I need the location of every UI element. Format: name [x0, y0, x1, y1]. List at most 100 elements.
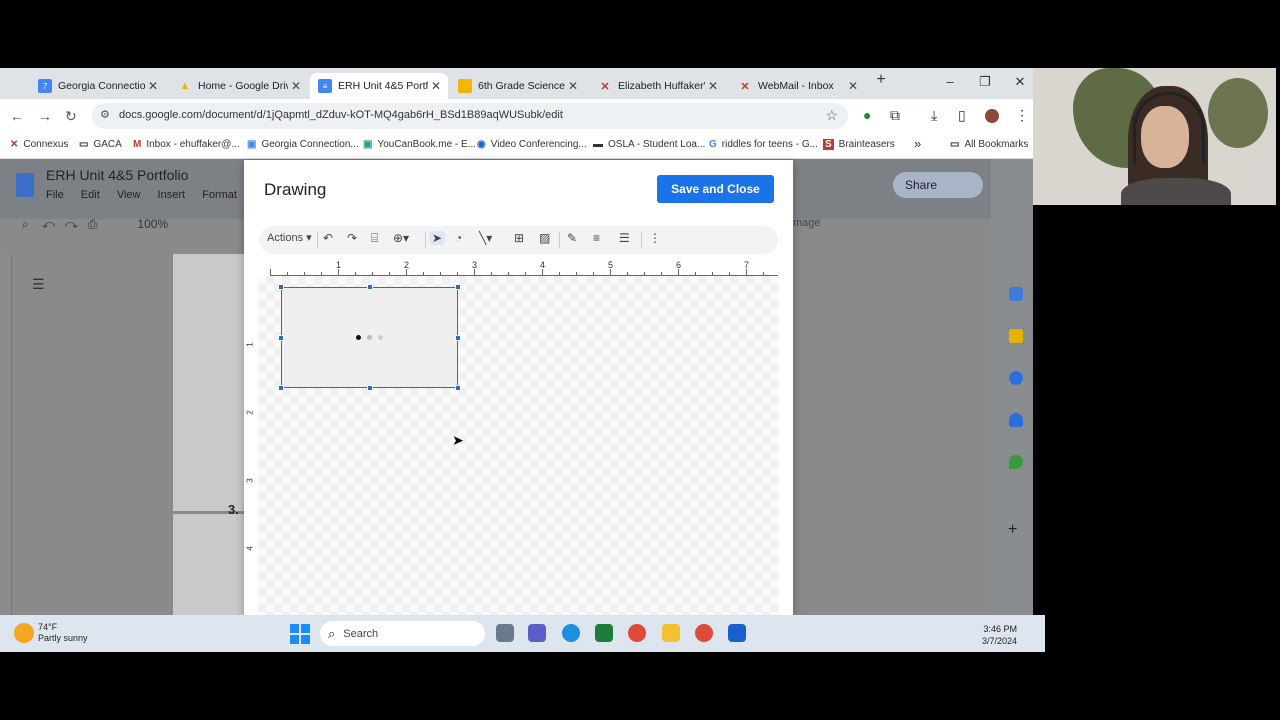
minimize-icon[interactable]: –: [940, 74, 960, 89]
tab-webmail-inbox[interactable]: ✕ WebMail - Inbox ✕: [730, 73, 865, 99]
add-addon-icon[interactable]: +: [1008, 521, 1017, 539]
restore-icon[interactable]: ❐: [975, 74, 995, 90]
close-window-icon[interactable]: ✕: [1010, 74, 1030, 90]
bookmark-connexus[interactable]: ✕ Connexus: [10, 139, 68, 150]
zoom-icon[interactable]: ⊕▾: [393, 231, 409, 245]
tasks-icon[interactable]: [1009, 371, 1023, 385]
bookmark-star-icon[interactable]: ☆: [825, 107, 838, 124]
bookmark-video-conferencing[interactable]: ◉ Video Conferencing...: [477, 139, 587, 150]
resize-handle[interactable]: [455, 385, 461, 391]
loading-dot: [378, 335, 383, 340]
bookmark-georgia-connection[interactable]: ▣ Georgia Connection...: [247, 139, 359, 150]
menu-edit[interactable]: Edit: [81, 189, 100, 201]
forward-icon[interactable]: →: [38, 108, 52, 124]
contacts-icon[interactable]: [1009, 413, 1023, 427]
chrome-icon[interactable]: [628, 624, 646, 642]
undo-icon[interactable]: ↶: [323, 231, 333, 245]
tab-6th-grade-science[interactable]: 6th Grade Science Li ✕: [450, 73, 585, 99]
save-and-close-button[interactable]: Save and Close: [657, 175, 774, 203]
bookmark-inbox[interactable]: M Inbox - ehuffaker@...: [133, 139, 240, 150]
new-tab-button[interactable]: +: [871, 71, 891, 89]
resize-handle[interactable]: [367, 284, 373, 290]
side-panel-icon[interactable]: ▯: [958, 107, 966, 124]
tab-erh-portfolio[interactable]: ≡ ERH Unit 4&5 Portfo ✕: [310, 73, 448, 99]
file-explorer-icon[interactable]: [662, 624, 680, 642]
back-icon[interactable]: ←: [10, 108, 24, 124]
bookmark-youcanbook[interactable]: ▣ YouCanBook.me - E...: [363, 139, 476, 150]
menu-file[interactable]: File: [46, 189, 64, 201]
more-options-icon[interactable]: ⋮: [649, 231, 661, 245]
undo-icon[interactable]: ↶: [42, 217, 55, 231]
all-bookmarks[interactable]: ▭ All Bookmarks: [950, 139, 1028, 150]
share-button[interactable]: Share: [893, 172, 983, 198]
close-icon[interactable]: ✕: [705, 79, 721, 93]
close-icon[interactable]: ✕: [145, 79, 161, 93]
chrome-icon[interactable]: [695, 624, 713, 642]
bookmark-osla[interactable]: ▬ OSLA - Student Loa...: [593, 139, 705, 150]
brainteasers-icon: S: [823, 139, 834, 150]
teams-icon[interactable]: [528, 624, 546, 642]
paint-format-icon[interactable]: ⌸: [371, 231, 378, 246]
border-weight-icon[interactable]: ≡: [593, 231, 600, 245]
omnibox[interactable]: ⚙ docs.google.com/document/d/1jQapmtl_dZ…: [92, 103, 848, 129]
selected-shape[interactable]: [281, 287, 458, 388]
zoom-icon[interactable]: [728, 624, 746, 642]
edge-icon[interactable]: [562, 624, 580, 642]
document-title[interactable]: ERH Unit 4&5 Portfolio: [46, 167, 188, 183]
redo-icon[interactable]: ↷: [65, 217, 78, 231]
actions-menu[interactable]: Actions ▾: [267, 231, 312, 244]
tab-georgia-connections[interactable]: 7 Georgia Connections ✕: [30, 73, 165, 99]
resize-handle[interactable]: [367, 385, 373, 391]
close-icon[interactable]: ✕: [428, 79, 444, 93]
close-icon[interactable]: ✕: [845, 79, 861, 93]
text-box-icon[interactable]: ⊞: [514, 231, 524, 245]
print-icon[interactable]: ⎙: [88, 217, 98, 231]
tab-google-drive[interactable]: ▲ Home - Google Drive ✕: [170, 73, 308, 99]
close-icon[interactable]: ✕: [288, 79, 304, 93]
resize-handle[interactable]: [278, 335, 284, 341]
search-icon[interactable]: ⌕: [22, 217, 29, 231]
resize-handle[interactable]: [278, 385, 284, 391]
weather-widget[interactable]: 74°F Partly sunny: [14, 622, 88, 644]
pen-icon[interactable]: ✎: [567, 231, 577, 245]
image-icon[interactable]: ▨: [539, 231, 550, 245]
excel-icon[interactable]: [595, 624, 613, 642]
bookmark-riddles[interactable]: Griddles for teens - G...: [709, 139, 818, 150]
keep-icon[interactable]: [1009, 329, 1023, 343]
site-info-icon[interactable]: ⚙: [100, 108, 110, 121]
more-menu-icon[interactable]: ⋮: [1015, 107, 1029, 124]
menu-view[interactable]: View: [117, 189, 141, 201]
url-text[interactable]: docs.google.com/document/d/1jQapmtl_dZdu…: [119, 109, 563, 121]
menu-format[interactable]: Format: [202, 189, 237, 201]
profile-avatar[interactable]: [985, 109, 999, 123]
start-button[interactable]: [290, 624, 310, 644]
download-icon[interactable]: ⤓: [931, 107, 937, 124]
task-view-icon[interactable]: [496, 624, 514, 642]
maps-icon[interactable]: [1009, 455, 1023, 469]
resize-handle[interactable]: [455, 284, 461, 290]
reload-icon[interactable]: ↻: [65, 108, 77, 125]
bookmark-gaca[interactable]: ▭ GACA: [79, 139, 122, 150]
resize-handle[interactable]: [278, 284, 284, 290]
search-icon: ⌕: [328, 625, 336, 641]
clock[interactable]: 3:46 PM 3/7/2024: [982, 623, 1017, 647]
grammarly-icon[interactable]: ●: [863, 107, 871, 123]
extensions-icon[interactable]: ⧉: [890, 107, 900, 124]
border-dash-icon[interactable]: ☰: [619, 231, 630, 245]
resize-handle[interactable]: [455, 335, 461, 341]
redo-icon[interactable]: ↷: [347, 231, 357, 245]
docs-vertical-ruler: [0, 255, 12, 615]
shape-icon[interactable]: ◔: [455, 231, 462, 245]
docs-logo-icon[interactable]: [16, 173, 34, 197]
line-icon[interactable]: ╲▾: [479, 231, 492, 245]
bookmarks-overflow[interactable]: »: [914, 136, 921, 151]
taskbar-search[interactable]: ⌕ Search: [320, 621, 485, 646]
zoom-select[interactable]: 100%: [137, 217, 168, 231]
bookmark-brainteasers[interactable]: S Brainteasers: [823, 139, 895, 150]
select-cursor-icon[interactable]: ➤: [429, 231, 445, 245]
outline-icon[interactable]: ☰: [32, 276, 45, 293]
close-icon[interactable]: ✕: [565, 79, 581, 93]
calendar-icon[interactable]: [1009, 287, 1023, 301]
menu-insert[interactable]: Insert: [158, 189, 186, 201]
tab-elizabeth-huffaker[interactable]: ✕ Elizabeth Huffaker's ✕: [590, 73, 725, 99]
